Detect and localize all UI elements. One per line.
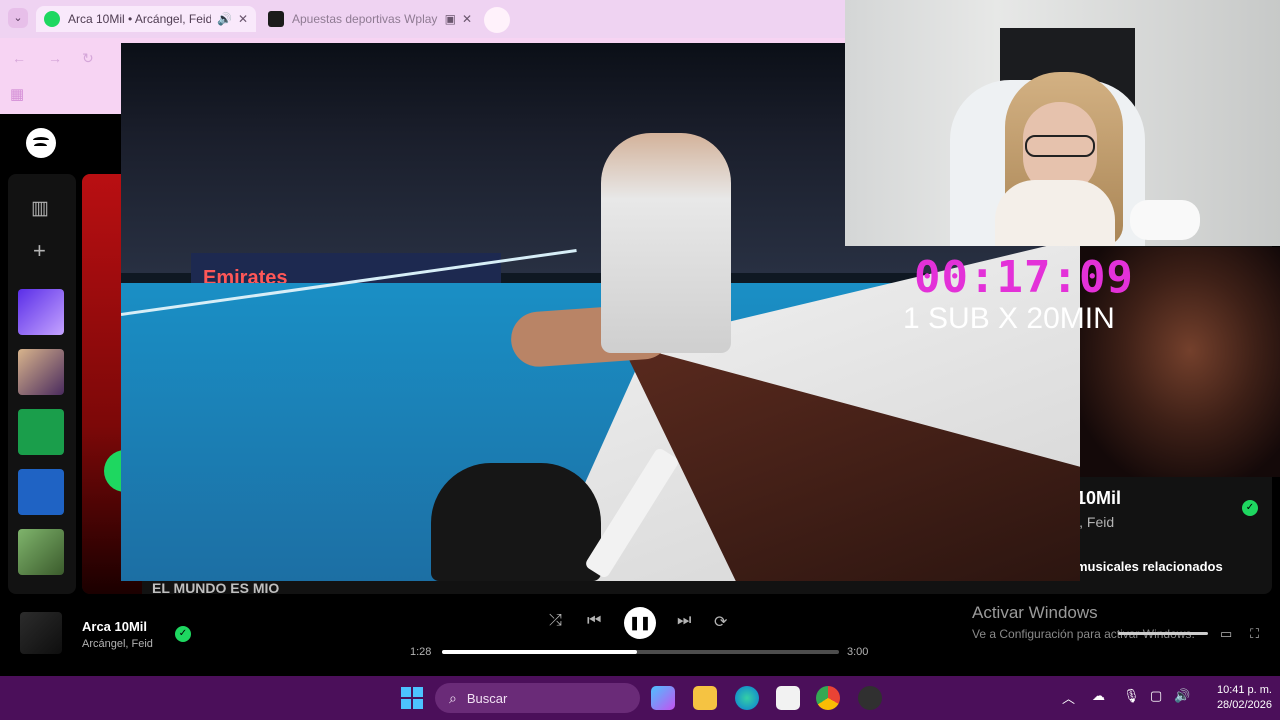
apps-grid-icon[interactable]: ▦ xyxy=(10,85,24,103)
repeat-icon[interactable]: ⟳ xyxy=(714,612,727,632)
clock-time: 10:41 p. m. xyxy=(1216,684,1272,696)
search-placeholder: Buscar xyxy=(466,690,508,706)
webcam-feed xyxy=(845,0,1280,246)
activate-windows-title: Activar Windows xyxy=(972,603,1098,622)
new-tab-button[interactable] xyxy=(484,7,510,33)
previous-icon[interactable]: ⏮ xyxy=(587,612,601,630)
podcast-tile[interactable] xyxy=(18,469,64,515)
elapsed-time: 1:28 xyxy=(410,646,432,658)
spotify-favicon-icon xyxy=(44,11,60,27)
progress-bar[interactable] xyxy=(442,650,839,654)
related-videos-heading: musicales relacionados xyxy=(1076,559,1223,574)
subathon-timer: 00:17:09 xyxy=(914,252,1134,303)
chrome-icon[interactable] xyxy=(816,686,840,710)
volume-slider[interactable] xyxy=(1118,632,1208,635)
windows-taskbar xyxy=(0,676,1280,720)
show-hidden-icons-icon[interactable]: ︿ xyxy=(1062,688,1075,707)
pause-button[interactable]: ❚❚ xyxy=(624,607,656,639)
copilot-icon[interactable] xyxy=(651,686,675,710)
fullscreen-icon[interactable]: ⛶ xyxy=(1250,626,1259,642)
cloud-icon[interactable]: ☁ xyxy=(1092,688,1105,704)
pillow xyxy=(1130,200,1200,240)
reload-icon[interactable]: ↻ xyxy=(82,50,94,67)
tab-spotify[interactable]: Arca 10Mil • Arcángel, Feid 🔊 ✕ xyxy=(36,6,256,32)
subathon-promo-text: 1 SUB X 20MIN xyxy=(903,302,1115,335)
tennis-bag xyxy=(431,463,601,581)
forward-icon[interactable]: → xyxy=(48,50,62,66)
miniplayer-icon[interactable]: ▭ xyxy=(1220,626,1232,642)
now-playing-panel-title[interactable]: 10Mil xyxy=(1076,488,1121,509)
speaker-icon[interactable]: 🔊 xyxy=(217,12,232,26)
close-tab-icon[interactable]: ✕ xyxy=(462,12,472,26)
create-playlist-icon[interactable]: + xyxy=(33,238,46,264)
playlist-tile[interactable] xyxy=(18,349,64,395)
taskbar-clock[interactable]: 10:41 p. m. 28/02/2026 xyxy=(1200,683,1272,713)
browser-tab-bar: ⌄ Arca 10Mil • Arcángel, Feid 🔊 ✕ Apuest… xyxy=(0,0,845,38)
picture-in-picture-icon[interactable]: ▣ xyxy=(445,12,456,26)
taskbar-search[interactable]: ⌕ Buscar xyxy=(435,683,640,713)
screen: ⌄ Arca 10Mil • Arcángel, Feid 🔊 ✕ Apuest… xyxy=(0,0,1280,720)
windows-start-icon[interactable] xyxy=(401,687,423,709)
now-playing-artist[interactable]: Arcángel, Feid xyxy=(82,638,153,650)
duration-time: 3:00 xyxy=(847,646,869,658)
store-icon[interactable] xyxy=(776,686,800,710)
tab-wplay[interactable]: Apuestas deportivas Wplay ▣ ✕ xyxy=(260,6,480,32)
streamer-glasses xyxy=(1025,135,1095,157)
back-icon[interactable]: ← xyxy=(12,50,26,66)
volume-icon[interactable]: 🔊 xyxy=(1174,688,1190,704)
next-icon[interactable]: ⏭ xyxy=(677,612,691,630)
now-playing-panel-artist[interactable]: l, Feid xyxy=(1076,514,1114,530)
saved-episodes-tile[interactable] xyxy=(18,409,64,455)
close-tab-icon[interactable]: ✕ xyxy=(238,12,248,26)
network-icon[interactable]: ▢ xyxy=(1150,688,1162,704)
wplay-favicon-icon xyxy=(268,11,284,27)
library-icon[interactable]: ▥ xyxy=(31,197,49,220)
saved-check-icon[interactable]: ✓ xyxy=(1242,500,1258,516)
liked-songs-tile[interactable] xyxy=(18,289,64,335)
microphone-icon[interactable]: 🎙 xyxy=(1123,688,1140,704)
tab-search-button[interactable]: ⌄ xyxy=(8,8,28,28)
edge-icon[interactable] xyxy=(735,686,759,710)
playlist-tile[interactable] xyxy=(18,529,64,575)
search-icon: ⌕ xyxy=(449,689,457,706)
now-playing-thumbnail[interactable] xyxy=(20,612,62,654)
tennis-player xyxy=(601,133,731,353)
streamer-sweater xyxy=(995,180,1115,246)
tab-wplay-label: Apuestas deportivas Wplay xyxy=(292,12,438,26)
saved-check-icon[interactable]: ✓ xyxy=(175,626,191,642)
file-explorer-icon[interactable] xyxy=(693,686,717,710)
section-heading: EL MUNDO ES MIO xyxy=(152,580,280,596)
clock-date: 28/02/2026 xyxy=(1216,699,1272,711)
progress-fill xyxy=(442,650,637,654)
spotify-logo-icon[interactable] xyxy=(26,128,56,158)
shuffle-icon[interactable]: ⤮ xyxy=(549,612,562,630)
obs-icon[interactable] xyxy=(858,686,882,710)
tab-spotify-label: Arca 10Mil • Arcángel, Feid xyxy=(68,12,211,26)
now-playing-title[interactable]: Arca 10Mil xyxy=(82,619,147,634)
